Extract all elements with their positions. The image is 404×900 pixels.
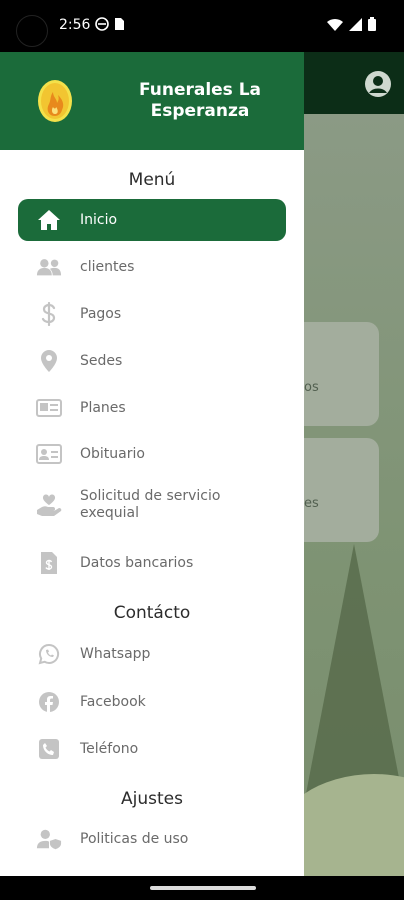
account-circle-icon[interactable] xyxy=(364,70,392,98)
menu-item-obituario[interactable]: Obituario xyxy=(18,433,286,475)
status-time: 2:56 xyxy=(59,17,91,33)
menu-item-label: Sedes xyxy=(80,352,123,369)
whatsapp-icon xyxy=(36,641,62,667)
menu-item-label: Obituario xyxy=(80,445,145,462)
menu-item-label: clientes xyxy=(80,258,135,275)
users-icon xyxy=(36,254,62,280)
flame-logo-icon xyxy=(38,80,72,122)
menu-item-label: Politicas de uso xyxy=(80,830,189,847)
sim-icon xyxy=(114,18,124,30)
menu-item-whatsapp[interactable]: Whatsapp xyxy=(18,633,286,675)
menu-item-facebook[interactable]: Facebook xyxy=(18,681,286,723)
section-title-settings: Ajustes xyxy=(121,789,183,809)
battery-icon xyxy=(368,17,376,31)
hand-heart-icon xyxy=(36,492,62,518)
menu-item-clientes[interactable]: clientes xyxy=(18,246,286,288)
menu-item-datos-bancarios[interactable]: Datos bancarios xyxy=(18,542,286,584)
phone-icon xyxy=(36,736,62,762)
vpn-icon xyxy=(95,17,109,31)
user-shield-icon xyxy=(36,826,62,852)
background-card: os xyxy=(304,322,379,426)
background-app: os es xyxy=(304,52,404,876)
document-icon xyxy=(36,550,62,576)
camera-cutout xyxy=(16,15,48,47)
background-card: es xyxy=(304,438,379,542)
menu-item-label: Inicio xyxy=(80,211,118,228)
menu-item-telefono[interactable]: Teléfono xyxy=(18,728,286,770)
brand-line-1: Funerales La xyxy=(138,80,262,100)
id-card-icon xyxy=(36,441,62,467)
drawer-header: Funerales La Esperanza xyxy=(0,52,304,150)
navigation-drawer: Funerales La Esperanza Menú Inicio clien… xyxy=(0,52,304,876)
menu-item-sedes[interactable]: Sedes xyxy=(18,340,286,382)
brand-name: Funerales La Esperanza xyxy=(120,80,280,122)
background-card-text: os xyxy=(304,380,319,395)
menu-item-label: Facebook xyxy=(80,693,146,710)
card-icon xyxy=(36,395,62,421)
menu-item-label: Teléfono xyxy=(80,740,139,757)
menu-item-politicas-uso[interactable]: Politicas de uso xyxy=(18,818,286,860)
section-title-menu: Menú xyxy=(128,170,176,190)
signal-icon xyxy=(349,17,362,31)
menu-item-label: Pagos xyxy=(80,305,122,322)
menu-item-planes[interactable]: Planes xyxy=(18,387,286,429)
background-content: os es xyxy=(304,114,404,876)
dollar-icon xyxy=(36,301,62,327)
facebook-icon xyxy=(36,689,62,715)
menu-item-label: Whatsapp xyxy=(80,645,151,662)
home-indicator[interactable] xyxy=(150,886,256,890)
navigation-bar xyxy=(0,876,404,900)
background-app-bar xyxy=(304,52,404,114)
location-icon xyxy=(36,348,62,374)
menu-item-pagos[interactable]: Pagos xyxy=(18,293,286,335)
background-tree xyxy=(304,544,404,804)
status-bar: 2:56 xyxy=(0,0,404,52)
menu-item-label: Solicitud de servicio exequial xyxy=(80,488,221,521)
wifi-icon xyxy=(327,18,343,31)
background-hill xyxy=(304,774,404,876)
menu-item-inicio[interactable]: Inicio xyxy=(18,199,286,241)
status-icons-right xyxy=(327,17,376,31)
menu-item-label: Planes xyxy=(80,399,126,416)
brand-line-2: Esperanza xyxy=(150,101,250,121)
background-card-text: es xyxy=(304,496,319,511)
section-title-contact: Contácto xyxy=(113,603,191,623)
menu-item-solicitud-servicio[interactable]: Solicitud de servicio exequial xyxy=(18,479,286,531)
menu-item-label: Datos bancarios xyxy=(80,554,194,571)
home-icon xyxy=(36,207,62,233)
status-icons-left xyxy=(95,17,125,34)
